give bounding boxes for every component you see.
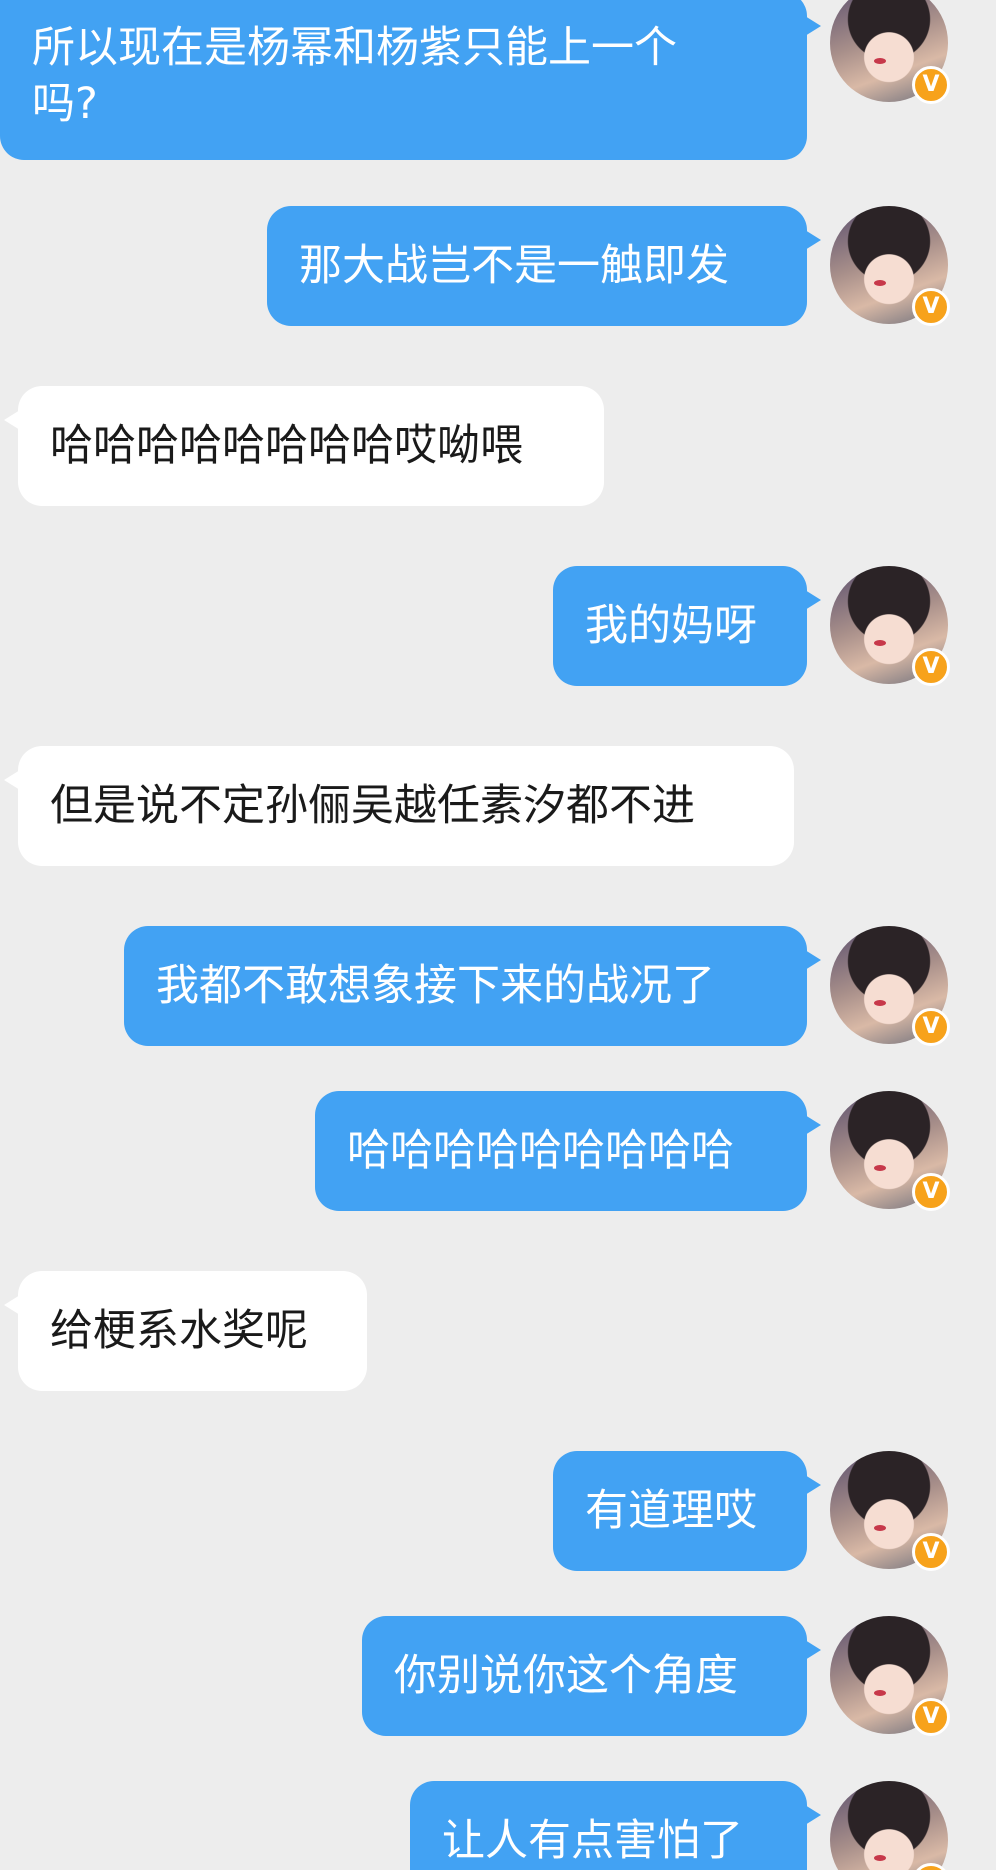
message-text: 给梗系水奖呢: [50, 1306, 308, 1356]
chat-conversation: 所以现在是杨幂和杨紫只能上一个 吗? V 那大战岂不是一触即发 V 哈哈哈哈哈哈…: [0, 0, 996, 1870]
message-text: 你别说你这个角度: [394, 1651, 738, 1701]
verified-v-badge-icon: V: [912, 648, 950, 686]
message-text: 我的妈呀: [585, 601, 757, 651]
message-text: 但是说不定孙俪吴越任素汐都不进: [50, 781, 695, 831]
message-text: 那大战岂不是一触即发: [299, 241, 729, 291]
message-bubble-outgoing[interactable]: 让人有点害怕了: [410, 1781, 821, 1870]
avatar[interactable]: V: [830, 1616, 950, 1736]
avatar[interactable]: V: [830, 566, 950, 686]
avatar[interactable]: V: [830, 1451, 950, 1571]
verified-v-badge-icon: V: [912, 1698, 950, 1736]
message-text: 所以现在是杨幂和杨紫只能上一个 吗?: [32, 23, 677, 129]
verified-v-badge-icon: V: [912, 288, 950, 326]
avatar-photo: [830, 1781, 948, 1870]
message-bubble-incoming[interactable]: 给梗系水奖呢: [4, 1271, 367, 1391]
message-bubble-outgoing[interactable]: 哈哈哈哈哈哈哈哈哈: [315, 1091, 821, 1211]
message-bubble-incoming[interactable]: 哈哈哈哈哈哈哈哈哎呦喂: [4, 386, 604, 506]
avatar[interactable]: V: [830, 1091, 950, 1211]
verified-v-badge-icon: V: [912, 66, 950, 104]
message-bubble-outgoing[interactable]: 有道理哎: [553, 1451, 821, 1571]
message-bubble-outgoing[interactable]: 我的妈呀: [553, 566, 821, 686]
message-text: 哈哈哈哈哈哈哈哈哈: [347, 1126, 734, 1176]
message-text: 让人有点害怕了: [442, 1816, 743, 1866]
message-text: 我都不敢想象接下来的战况了: [156, 961, 715, 1011]
message-bubble-outgoing[interactable]: 你别说你这个角度: [362, 1616, 821, 1736]
avatar[interactable]: V: [830, 206, 950, 326]
avatar[interactable]: V: [830, 1781, 950, 1870]
avatar[interactable]: V: [830, 0, 950, 104]
verified-v-badge-icon: V: [912, 1008, 950, 1046]
message-text: 哈哈哈哈哈哈哈哈哎呦喂: [50, 421, 523, 471]
message-bubble-outgoing[interactable]: 我都不敢想象接下来的战况了: [124, 926, 821, 1046]
message-bubble-incoming[interactable]: 但是说不定孙俪吴越任素汐都不进: [4, 746, 794, 866]
verified-v-badge-icon: V: [912, 1533, 950, 1571]
verified-v-badge-icon: V: [912, 1173, 950, 1211]
message-bubble-outgoing[interactable]: 那大战岂不是一触即发: [267, 206, 821, 326]
avatar[interactable]: V: [830, 926, 950, 1046]
message-text: 有道理哎: [585, 1486, 757, 1536]
message-bubble-outgoing[interactable]: 所以现在是杨幂和杨紫只能上一个 吗?: [0, 0, 821, 160]
